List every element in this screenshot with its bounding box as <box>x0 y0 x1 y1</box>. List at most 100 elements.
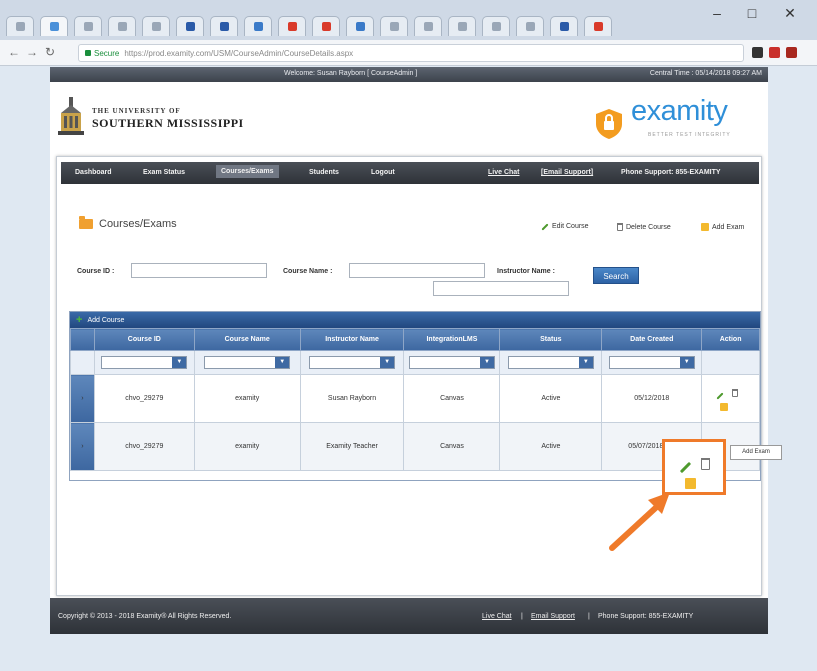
browser-tab[interactable] <box>380 16 408 36</box>
filter-input[interactable]: ▼ <box>507 356 594 369</box>
live-chat-link[interactable]: Live Chat <box>488 169 520 176</box>
delete-trash-icon[interactable] <box>701 458 710 470</box>
browser-tab[interactable] <box>210 16 238 36</box>
cell-actions <box>701 374 760 423</box>
delete-trash-icon[interactable] <box>732 389 739 397</box>
filter-icon[interactable]: ▼ <box>275 357 290 368</box>
column-header[interactable]: Course ID <box>93 328 195 351</box>
tab-favicon-icon <box>117 22 127 31</box>
edit-course-button[interactable]: Edit Course <box>541 222 589 231</box>
column-header[interactable]: Date Created <box>601 328 703 351</box>
browser-tab[interactable] <box>550 16 578 36</box>
nav-logout[interactable]: Logout <box>371 169 395 176</box>
browser-tab[interactable] <box>312 16 340 36</box>
url-bar[interactable]: Secure https://prod.examity.com/USM/Cour… <box>78 44 744 62</box>
column-header[interactable]: IntegrationLMS <box>403 328 501 351</box>
column-header[interactable]: Course Name <box>193 328 301 351</box>
browser-tab[interactable] <box>346 16 374 36</box>
browser-tab[interactable] <box>584 16 612 36</box>
filter-input[interactable]: ▼ <box>608 356 695 369</box>
filter-icon[interactable]: ▼ <box>578 357 593 368</box>
pointer-arrow-icon <box>609 492 670 551</box>
extension-icon[interactable] <box>786 47 797 58</box>
filter-input[interactable]: ▼ <box>309 356 396 369</box>
filter-icon[interactable]: ▼ <box>380 357 395 368</box>
delete-course-button[interactable]: Delete Course <box>617 223 671 231</box>
cell-course-id: chvo_29279 <box>93 422 195 471</box>
row-expand-icon[interactable]: › <box>70 422 95 471</box>
filter-input[interactable]: ▼ <box>408 356 495 369</box>
email-support-link[interactable]: [Email Support] <box>541 169 593 176</box>
browser-tab[interactable] <box>448 16 476 36</box>
lock-icon <box>85 50 91 56</box>
maximize-button[interactable]: □ <box>740 6 764 22</box>
filter-icon[interactable]: ▼ <box>172 357 187 368</box>
tab-favicon-icon <box>423 22 433 31</box>
cell-lms: Canvas <box>403 422 501 471</box>
filter-row: ▼ ▼ ▼ ▼ ▼ ▼ <box>70 350 760 375</box>
browser-tab-strip <box>0 0 817 40</box>
university-building-icon <box>58 97 84 135</box>
cell-lms: Canvas <box>403 374 501 423</box>
close-window-button[interactable]: ✕ <box>778 6 802 22</box>
tab-favicon-icon <box>389 22 399 31</box>
search-form: Course ID : Course Name : Instructor Nam… <box>57 257 763 297</box>
column-header[interactable]: Instructor Name <box>299 328 405 351</box>
nav-exam-status[interactable]: Exam Status <box>143 169 185 176</box>
extension-icon[interactable] <box>752 47 763 58</box>
nav-dashboard[interactable]: Dashboard <box>75 169 112 176</box>
browser-tab[interactable] <box>482 16 510 36</box>
instructor-name-input[interactable] <box>433 281 569 296</box>
filter-icon[interactable]: ▼ <box>679 357 694 368</box>
tab-favicon-icon <box>457 22 467 31</box>
edit-pencil-icon[interactable] <box>679 461 692 474</box>
cell-instructor: Examity Teacher <box>299 422 405 471</box>
browser-tab[interactable] <box>278 16 306 36</box>
browser-tab[interactable] <box>108 16 136 36</box>
back-arrow-icon[interactable]: ← <box>8 46 20 58</box>
add-exam-button[interactable]: Add Exam <box>701 223 744 231</box>
browser-tab[interactable] <box>176 16 204 36</box>
minimize-button[interactable]: – <box>705 6 729 22</box>
tab-favicon-icon <box>151 22 161 31</box>
filter-icon[interactable]: ▼ <box>479 357 494 368</box>
footer-email-support-link[interactable]: Email Support <box>531 613 575 620</box>
examity-tagline: BETTER TEST INTEGRITY <box>648 132 731 138</box>
examity-wordmark: examity <box>631 95 728 127</box>
tab-favicon-icon <box>321 22 331 31</box>
filter-input[interactable]: ▼ <box>204 356 291 369</box>
browser-tab[interactable] <box>6 16 34 36</box>
course-id-input[interactable] <box>131 263 267 278</box>
browser-tab[interactable] <box>516 16 544 36</box>
page-title: Courses/Exams <box>79 216 177 230</box>
delete-course-label: Delete Course <box>626 223 671 231</box>
page-footer: Copyright © 2013 - 2018 Examity® All Rig… <box>50 598 768 634</box>
course-id-label: Course ID : <box>77 268 115 275</box>
page-title-text: Courses/Exams <box>99 218 177 230</box>
extension-icon[interactable] <box>769 47 780 58</box>
browser-tab[interactable] <box>40 16 68 36</box>
table-row: › chvo_29279 examity Examity Teacher Can… <box>70 422 760 471</box>
course-name-input[interactable] <box>349 263 485 278</box>
add-exam-icon[interactable] <box>720 403 729 411</box>
search-button[interactable]: Search <box>593 267 639 284</box>
footer-live-chat-link[interactable]: Live Chat <box>482 613 512 620</box>
forward-arrow-icon[interactable]: → <box>26 46 38 58</box>
row-expand-icon[interactable]: › <box>70 374 95 423</box>
nav-students[interactable]: Students <box>309 169 339 176</box>
add-course-button[interactable]: + Add Course <box>70 312 760 328</box>
browser-tab[interactable] <box>244 16 272 36</box>
browser-tab[interactable] <box>74 16 102 36</box>
column-header[interactable]: Status <box>499 328 603 351</box>
filter-cell: ▼ <box>93 350 195 375</box>
top-info-strip: Welcome: Susan Rayborn [ CourseAdmin ] C… <box>50 67 768 82</box>
browser-tab[interactable] <box>142 16 170 36</box>
filter-spacer <box>70 350 95 375</box>
browser-tab[interactable] <box>414 16 442 36</box>
edit-pencil-icon[interactable] <box>716 392 724 400</box>
nav-courses-exams[interactable]: Courses/Exams <box>216 165 279 178</box>
filter-cell: ▼ <box>193 350 301 375</box>
add-exam-icon[interactable] <box>685 478 696 489</box>
filter-input[interactable]: ▼ <box>101 356 188 369</box>
reload-icon[interactable]: ↻ <box>45 46 55 58</box>
